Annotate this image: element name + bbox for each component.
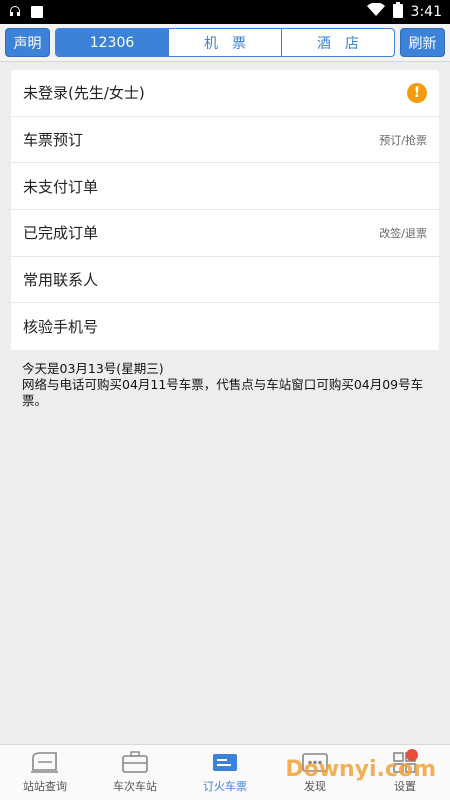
- completed-orders-hint: 改签/退票: [379, 226, 427, 240]
- tab-12306[interactable]: 12306: [56, 29, 168, 56]
- today-date-text: 今天是03月13号(星期三): [22, 361, 164, 376]
- ticket-booking-label: 车票预订: [23, 131, 84, 150]
- tab-hotels[interactable]: 酒 店: [281, 29, 394, 56]
- completed-orders-label: 已完成订单: [23, 224, 99, 243]
- presale-info-text: 网络与电话可购买04月11号车票，代售点与车站窗口可购买04月09号车票。: [22, 377, 424, 408]
- contacts-row[interactable]: 常用联系人: [11, 257, 439, 304]
- ticket-booking-hint: 预订/抢票: [379, 133, 427, 147]
- verify-phone-row[interactable]: 核验手机号: [11, 303, 439, 350]
- contacts-label: 常用联系人: [23, 271, 99, 290]
- ticket-booking-row[interactable]: 车票预订 预订/抢票: [11, 117, 439, 164]
- status-bar: 3:41: [0, 0, 450, 24]
- headset-icon: [8, 3, 22, 23]
- tab-flights[interactable]: 机 票: [168, 29, 281, 56]
- ticket-icon: [213, 754, 237, 771]
- presale-notice: 今天是03月13号(星期三) 网络与电话可购买04月11号车票，代售点与车站窗口…: [22, 361, 432, 409]
- tab-book-tickets-label: 订火车票: [203, 780, 247, 793]
- unpaid-orders-label: 未支付订单: [23, 177, 99, 196]
- briefcase-icon: [122, 751, 148, 773]
- statement-button[interactable]: 声明: [5, 28, 50, 57]
- login-row[interactable]: 未登录(先生/女士) !: [11, 70, 439, 117]
- clock-time: 3:41: [410, 4, 442, 20]
- battery-icon: [392, 2, 403, 22]
- wifi-icon: [366, 2, 385, 21]
- verify-phone-label: 核验手机号: [23, 318, 99, 337]
- top-toolbar: 声明 12306 机 票 酒 店 刷新: [0, 24, 450, 62]
- account-menu: 未登录(先生/女士) ! 车票预订 预订/抢票 未支付订单 已完成订单 改签/退…: [11, 70, 439, 351]
- tab-station-query[interactable]: 站站查询: [0, 745, 90, 800]
- tab-train-station-label: 车次车站: [113, 780, 157, 793]
- completed-orders-row[interactable]: 已完成订单 改签/退票: [11, 210, 439, 257]
- unpaid-orders-row[interactable]: 未支付订单: [11, 163, 439, 211]
- segment-control: 12306 机 票 酒 店: [55, 28, 395, 57]
- tab-station-query-label: 站站查询: [23, 780, 67, 793]
- watermark-logo: Downyi.com: [285, 757, 436, 782]
- tab-book-tickets[interactable]: 订火车票: [180, 745, 270, 800]
- tab-train-station[interactable]: 车次车站: [90, 745, 180, 800]
- train-icon: [31, 752, 58, 773]
- login-label: 未登录(先生/女士): [23, 84, 145, 103]
- warning-icon: !: [407, 82, 427, 103]
- sd-card-icon: [30, 4, 44, 23]
- refresh-button[interactable]: 刷新: [400, 28, 445, 57]
